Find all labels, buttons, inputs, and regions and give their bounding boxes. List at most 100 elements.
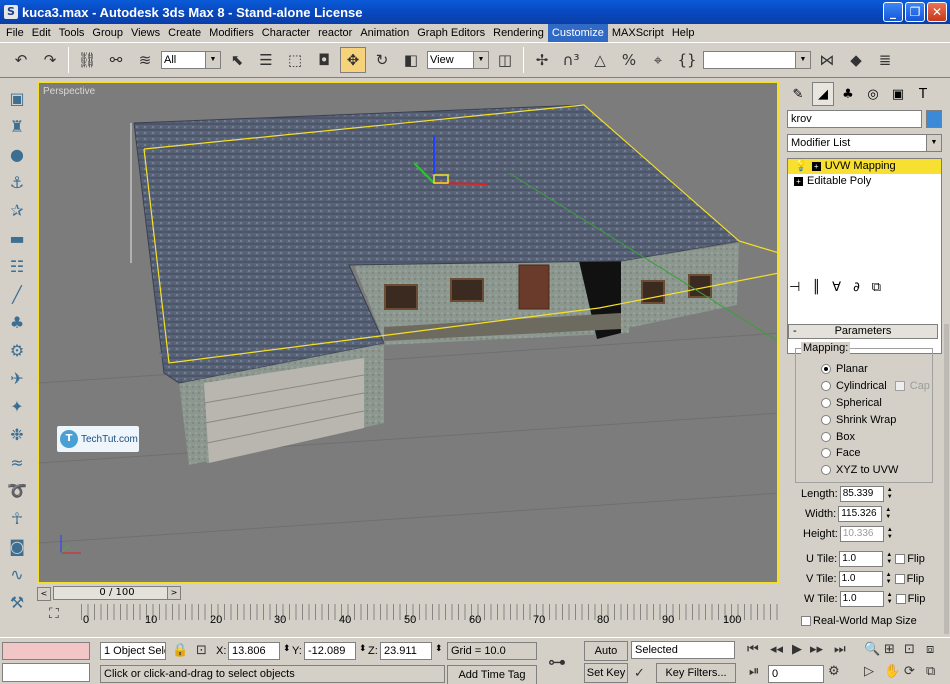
menu-reactor[interactable]: reactor	[314, 24, 356, 42]
parameters-rollout-header[interactable]: - Parameters	[788, 324, 938, 339]
window-crossing-icon[interactable]: ◘	[311, 47, 337, 73]
stack-item-editable-poly[interactable]: + Editable Poly	[788, 174, 941, 189]
flip-u-checkbox[interactable]	[895, 554, 906, 564]
vtile-spinner[interactable]: ▲ ▼	[885, 572, 893, 586]
select-and-rotate-icon[interactable]: ↻	[369, 47, 395, 73]
select-and-link-icon[interactable]: ⛓	[74, 47, 100, 73]
menu-create[interactable]: Create	[164, 24, 205, 42]
length-input[interactable]: 85.339	[839, 486, 884, 502]
select-and-move-icon[interactable]: ✥	[340, 47, 366, 73]
bind-space-warp-icon[interactable]: ≋	[132, 47, 158, 73]
utilities-tab-icon[interactable]: T	[912, 82, 934, 106]
radio-button[interactable]	[821, 415, 831, 425]
modify-tab-icon[interactable]: ◢	[812, 82, 834, 106]
menu-modifiers[interactable]: Modifiers	[205, 24, 258, 42]
rectangular-selection-icon[interactable]: ⬚	[282, 47, 308, 73]
auto-key-button[interactable]: Auto Key	[584, 641, 628, 675]
previous-frame-icon[interactable]: ◂◂	[770, 642, 783, 657]
object-name-field[interactable]: krov	[787, 110, 922, 128]
maximize-button[interactable]: ❐	[905, 2, 925, 22]
z-coordinate-field[interactable]: 23.911	[380, 642, 432, 660]
set-key-key-icon[interactable]: ⊶	[548, 652, 566, 673]
play-icon[interactable]: ▶	[792, 642, 802, 657]
named-selection-sets-dropdown[interactable]	[703, 51, 811, 69]
expand-icon[interactable]: +	[811, 162, 821, 171]
percent-snap-icon[interactable]: %	[616, 47, 642, 73]
menu-customize[interactable]: Customize	[547, 24, 608, 42]
maxscript-input-mini[interactable]	[2, 663, 90, 682]
select-object-icon[interactable]: ⬉	[224, 47, 250, 73]
y-spinner[interactable]: ⬍	[359, 643, 367, 654]
motion-tab-icon[interactable]: ◎	[862, 82, 884, 106]
spinner-snap-icon[interactable]: ⌖	[645, 47, 671, 73]
wtile-spinner[interactable]: ▲ ▼	[886, 592, 894, 606]
pin-stack-icon[interactable]: ⊣	[789, 280, 800, 295]
zoom-icon[interactable]: 🔍	[864, 642, 880, 657]
bird-icon[interactable]: ✦	[5, 394, 29, 418]
display-tab-icon[interactable]: ▣	[887, 82, 909, 106]
align-icon[interactable]: ◆	[843, 47, 869, 73]
arc-rotate-icon[interactable]: ⟳	[904, 664, 915, 679]
current-frame-field[interactable]: 0	[768, 665, 824, 683]
time-configuration-icon[interactable]: ⚙	[828, 664, 840, 679]
wtile-input[interactable]: 1.0	[839, 591, 884, 607]
particle-icon[interactable]: ❉	[5, 422, 29, 446]
wave-icon[interactable]: ≈	[5, 450, 29, 474]
perspective-viewport[interactable]: Perspective T TechTut.com	[37, 81, 779, 584]
create-helper-icon[interactable]: ✰	[5, 198, 29, 222]
time-slider[interactable]: < 0 / 100 >	[37, 585, 779, 603]
curve-editor-icon[interactable]: ⛶	[49, 606, 59, 622]
menu-graph-editors[interactable]: Graph Editors	[413, 24, 489, 42]
show-end-result-icon[interactable]: ║	[812, 280, 820, 295]
object-color-swatch[interactable]	[926, 110, 942, 128]
radio-button[interactable]	[821, 448, 831, 458]
unlink-selection-icon[interactable]: ⚯	[103, 47, 129, 73]
make-unique-icon[interactable]: ∀	[832, 280, 841, 295]
lightbulb-icon[interactable]: 💡	[794, 159, 808, 174]
key-mode-dropdown[interactable]: Selected	[631, 641, 735, 659]
radio-button[interactable]	[821, 432, 831, 442]
radio-button[interactable]	[821, 465, 831, 475]
command-panel-scrollbar[interactable]	[944, 324, 949, 634]
menu-group[interactable]: Group	[88, 24, 127, 42]
create-sphere-icon[interactable]: ●	[5, 142, 29, 166]
layer-manager-icon[interactable]: ≣	[872, 47, 898, 73]
z-spinner[interactable]: ⬍	[435, 643, 443, 654]
zoom-all-icon[interactable]: ⊞	[884, 642, 895, 657]
go-to-end-icon[interactable]: ⏭	[834, 642, 846, 657]
radio-button[interactable]	[821, 364, 831, 374]
biped-icon[interactable]: ☥	[5, 506, 29, 530]
zoom-extents-icon[interactable]: ⊡	[904, 642, 915, 657]
menu-animation[interactable]: Animation	[356, 24, 413, 42]
x-spinner[interactable]: ⬍	[283, 643, 291, 654]
menu-rendering[interactable]: Rendering	[489, 24, 548, 42]
pivot-point-icon[interactable]: ◫	[492, 47, 518, 73]
remove-modifier-icon[interactable]: ∂	[853, 280, 860, 295]
time-slider-thumb[interactable]: 0 / 100	[53, 586, 181, 600]
reference-coordinate-dropdown[interactable]: View	[427, 51, 489, 69]
radio-face[interactable]: Face	[821, 447, 860, 459]
height-input[interactable]: 10.336	[839, 526, 884, 542]
stack-modifier-icon[interactable]: ☷	[5, 254, 29, 278]
radio-button[interactable]	[821, 381, 831, 391]
utile-spinner[interactable]: ▲ ▼	[885, 552, 893, 566]
minimize-button[interactable]: _	[883, 2, 903, 22]
radio-button[interactable]	[821, 398, 831, 408]
next-frame-icon[interactable]: ▸▸	[810, 642, 823, 657]
width-input[interactable]: 115.326	[838, 506, 883, 522]
length-spinner[interactable]: ▲ ▼	[886, 487, 894, 501]
utile-input[interactable]: 1.0	[839, 551, 884, 567]
3dsmax-app-icon[interactable]: S	[4, 5, 18, 19]
expand-icon[interactable]: +	[794, 177, 803, 186]
field-of-view-icon[interactable]: ▷	[864, 664, 874, 679]
real-world-checkbox[interactable]	[801, 616, 811, 626]
radio-cylindrical[interactable]: Cylindrical Cap	[821, 380, 930, 392]
selection-lock-icon[interactable]: 🔒	[172, 643, 188, 658]
create-light-icon[interactable]: ⚓	[5, 170, 29, 194]
menu-help[interactable]: Help	[668, 24, 699, 42]
cap-checkbox[interactable]	[894, 381, 905, 391]
menu-edit[interactable]: Edit	[28, 24, 55, 42]
create-box-icon[interactable]: ▣	[5, 86, 29, 110]
radio-spherical[interactable]: Spherical	[821, 397, 882, 409]
modifier-list-dropdown[interactable]: Modifier List	[787, 134, 942, 152]
